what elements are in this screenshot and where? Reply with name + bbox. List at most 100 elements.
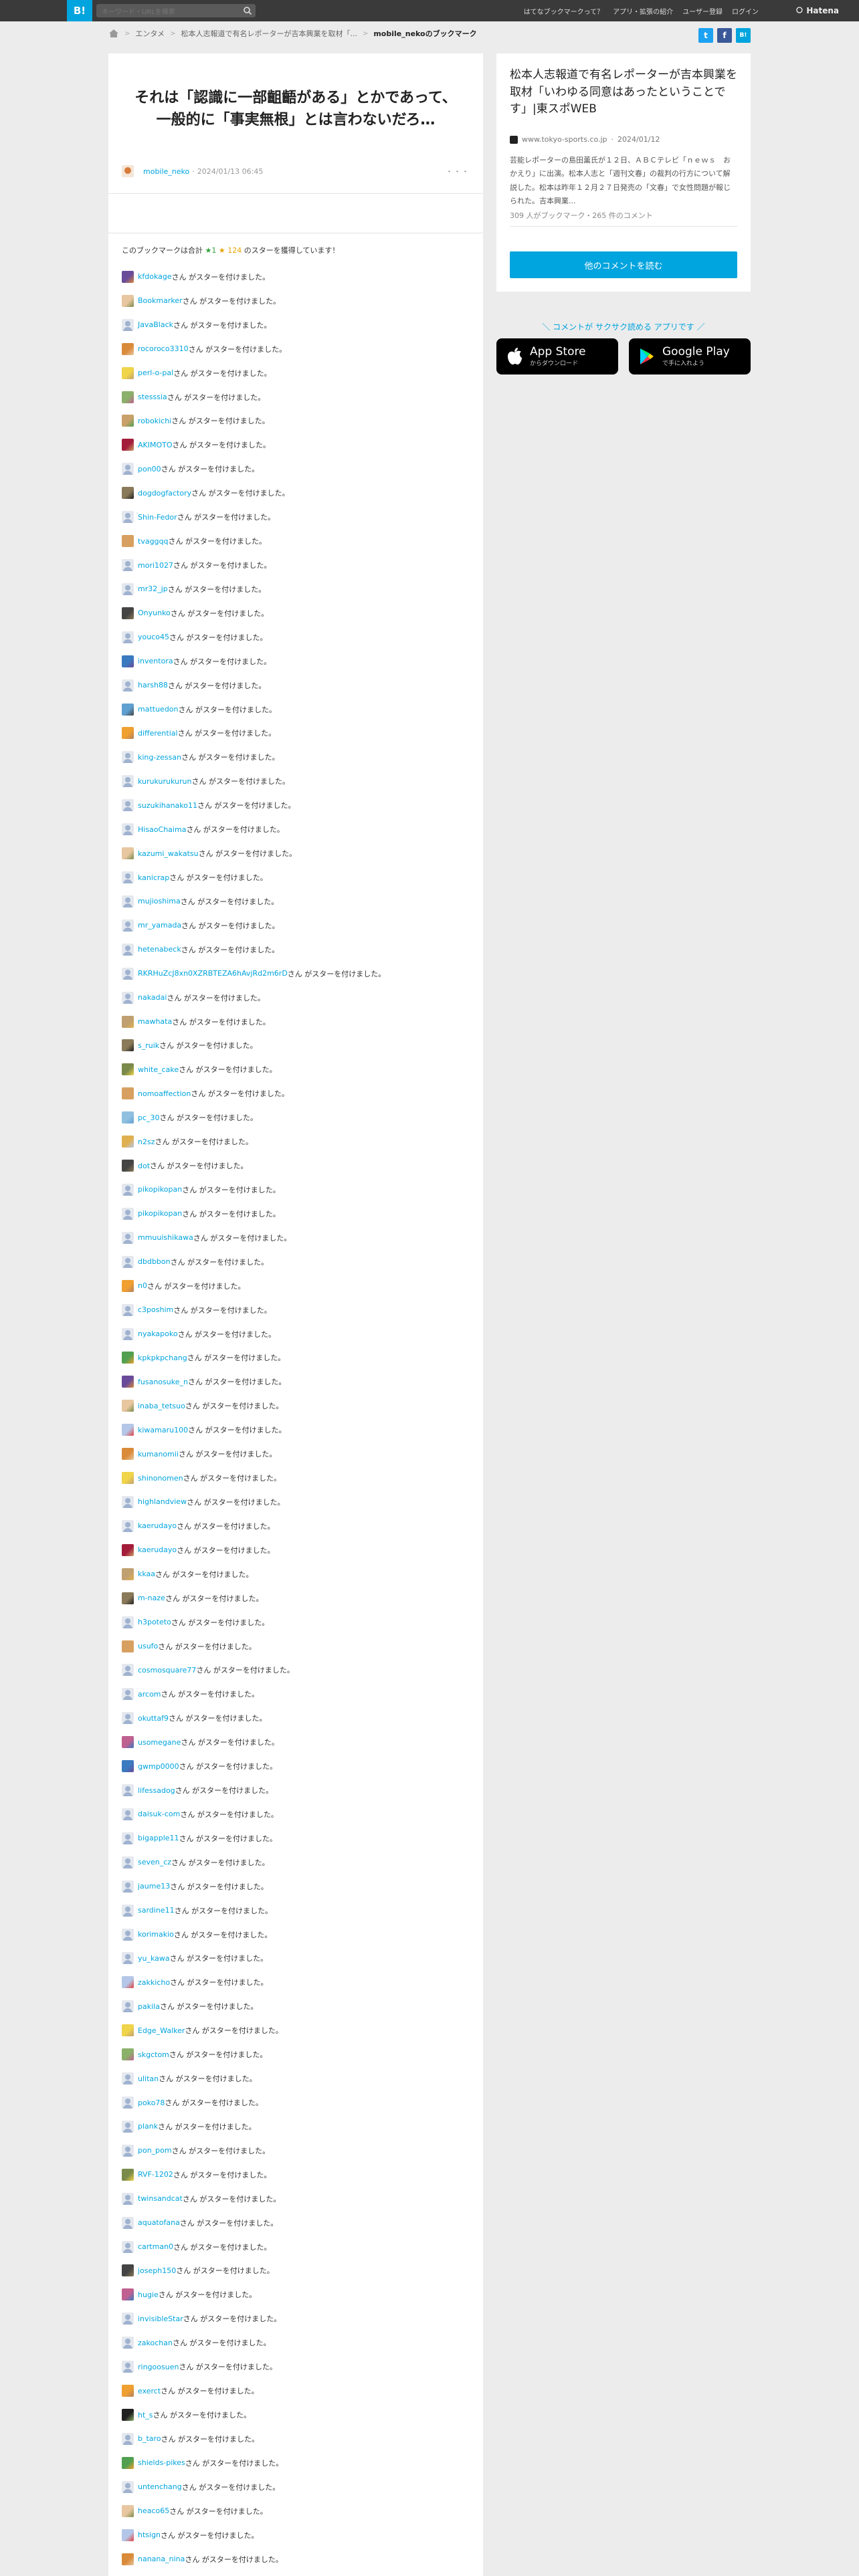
avatar[interactable]	[122, 2048, 134, 2061]
nav-apps[interactable]: アプリ・拡張の紹介	[613, 6, 673, 16]
avatar[interactable]	[122, 655, 134, 667]
avatar[interactable]	[122, 703, 134, 716]
star-username[interactable]: daisuk-com	[138, 1810, 180, 1818]
star-username[interactable]: tvaggqq	[138, 537, 169, 546]
avatar[interactable]	[122, 2024, 134, 2037]
bookmark-date[interactable]: 2024/01/13 06:45	[197, 167, 264, 176]
star-username[interactable]: pikopikopan	[138, 1185, 182, 1194]
avatar[interactable]	[122, 1231, 134, 1244]
more-menu-icon[interactable]: ・・・	[446, 166, 470, 177]
star-username[interactable]: htsign	[138, 2531, 161, 2539]
search-input[interactable]	[96, 5, 230, 19]
avatar[interactable]	[122, 2264, 134, 2277]
star-username[interactable]: m-naze	[138, 1594, 165, 1602]
star-username[interactable]: korimakio	[138, 1930, 174, 1939]
green-star-count[interactable]: ★1	[205, 246, 217, 255]
avatar[interactable]	[122, 2000, 134, 2013]
star-username[interactable]: hugie	[138, 2290, 159, 2299]
nav-about[interactable]: はてなブックマークって？	[524, 6, 604, 16]
star-username[interactable]: kurukurukurun	[138, 777, 191, 786]
star-username[interactable]: pon_pom	[138, 2146, 172, 2155]
avatar[interactable]	[122, 2144, 134, 2157]
star-username[interactable]: mori1027	[138, 561, 173, 570]
star-username[interactable]: ulitan	[138, 2074, 159, 2083]
star-username[interactable]: youco45	[138, 633, 169, 641]
avatar[interactable]	[122, 919, 134, 932]
avatar[interactable]	[122, 751, 134, 764]
star-username[interactable]: Edge_Walker	[138, 2026, 185, 2035]
avatar[interactable]	[122, 2313, 134, 2325]
avatar[interactable]	[122, 2337, 134, 2349]
star-username[interactable]: pikopikopan	[138, 1209, 182, 1218]
star-username[interactable]: s_ruik	[138, 1041, 159, 1050]
star-username[interactable]: kaerudayo	[138, 1545, 177, 1554]
star-username[interactable]: n0	[138, 1281, 147, 1290]
avatar[interactable]	[122, 1688, 134, 1701]
avatar[interactable]	[122, 1279, 134, 1292]
star-username[interactable]: Bookmarker	[138, 296, 183, 305]
app-store-button[interactable]: App Store からダウンロード	[496, 338, 618, 374]
avatar[interactable]	[122, 823, 134, 836]
star-username[interactable]: nyakapoko	[138, 1329, 178, 1338]
avatar[interactable]	[122, 1424, 134, 1436]
avatar[interactable]	[122, 1543, 134, 1556]
star-username[interactable]: suzukihanako11	[138, 801, 197, 810]
star-username[interactable]: exerct	[138, 2387, 161, 2395]
avatar[interactable]	[122, 2072, 134, 2085]
avatar[interactable]	[122, 1640, 134, 1652]
avatar[interactable]	[122, 1087, 134, 1100]
star-username[interactable]: mattuedon	[138, 705, 179, 714]
star-username[interactable]: seven_cz	[138, 1858, 171, 1866]
avatar[interactable]	[122, 318, 134, 331]
avatar[interactable]	[122, 342, 134, 355]
star-username[interactable]: pc_30	[138, 1113, 160, 1122]
avatar[interactable]	[122, 1207, 134, 1220]
avatar[interactable]	[122, 1712, 134, 1725]
avatar[interactable]	[122, 799, 134, 812]
avatar[interactable]	[122, 1327, 134, 1340]
avatar[interactable]	[122, 1303, 134, 1316]
hatena-brand[interactable]: Hatena	[795, 0, 839, 21]
avatar[interactable]	[122, 1519, 134, 1532]
avatar[interactable]	[122, 1255, 134, 1268]
avatar[interactable]	[122, 1976, 134, 1989]
star-username[interactable]: mr32_jp	[138, 584, 168, 593]
star-username[interactable]: n2sz	[138, 1138, 155, 1146]
star-username[interactable]: stesssia	[138, 393, 167, 401]
star-username[interactable]: sardine11	[138, 1906, 175, 1915]
bookmark-username[interactable]: mobile_neko	[143, 167, 189, 176]
avatar[interactable]	[122, 391, 134, 403]
star-username[interactable]: king-zessan	[138, 753, 181, 762]
avatar[interactable]	[122, 1160, 134, 1172]
avatar[interactable]	[122, 1808, 134, 1820]
star-username[interactable]: shinonomen	[138, 1474, 183, 1483]
star-username[interactable]: nanana_nina	[138, 2555, 185, 2563]
avatar[interactable]	[122, 1063, 134, 1076]
avatar[interactable]	[122, 943, 134, 956]
search-icon[interactable]	[243, 6, 252, 15]
avatar[interactable]	[122, 1856, 134, 1868]
avatar[interactable]	[122, 415, 134, 427]
star-username[interactable]: usufo	[138, 1642, 158, 1650]
avatar[interactable]	[122, 1760, 134, 1773]
star-username[interactable]: zakkicho	[138, 1978, 170, 1987]
star-username[interactable]: skgctom	[138, 2050, 169, 2059]
star-username[interactable]: AKIMOTO	[138, 441, 173, 449]
entry-stats[interactable]: 309 人がブックマーク・265 件のコメント	[510, 210, 653, 221]
avatar[interactable]	[122, 366, 134, 379]
avatar[interactable]	[122, 294, 134, 307]
star-username[interactable]: plank	[138, 2122, 158, 2131]
star-username[interactable]: highlandview	[138, 1497, 187, 1506]
google-play-button[interactable]: Google Play で手に入れよう	[629, 338, 751, 374]
star-username[interactable]: joseph150	[138, 2266, 176, 2275]
star-username[interactable]: usomegane	[138, 1738, 181, 1747]
avatar[interactable]	[122, 1952, 134, 1965]
avatar[interactable]	[122, 1376, 134, 1388]
star-username[interactable]: mawhata	[138, 1017, 172, 1026]
star-username[interactable]: kanicrap	[138, 873, 169, 882]
avatar[interactable]	[122, 2432, 134, 2445]
avatar[interactable]	[122, 607, 134, 619]
yellow-star-count[interactable]: ★ 124	[219, 246, 242, 255]
star-username[interactable]: inaba_tetsuo	[138, 1402, 185, 1410]
facebook-share-button[interactable]: f	[717, 28, 732, 43]
